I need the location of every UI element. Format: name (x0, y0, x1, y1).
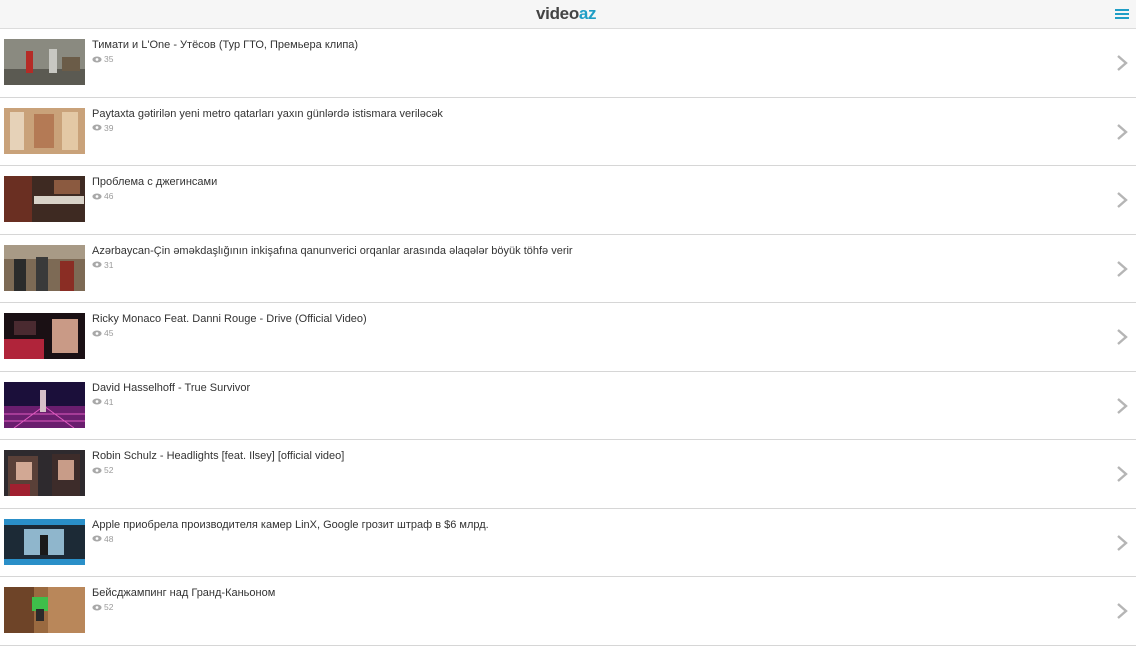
video-thumbnail[interactable] (4, 518, 85, 565)
view-count-value: 48 (104, 533, 114, 544)
video-list: Тимати и L'One - Утёсов (Тур ГТО, Премье… (0, 29, 1136, 646)
video-list-item[interactable]: Robin Schulz - Headlights [feat. Ilsey] … (0, 440, 1136, 509)
view-count-value: 52 (104, 465, 114, 475)
video-thumbnail[interactable] (4, 450, 85, 496)
eye-icon (92, 193, 102, 199)
view-count-value: 31 (104, 259, 114, 270)
video-title[interactable]: Проблема с джегинсами (92, 176, 217, 188)
video-list-item[interactable]: Azərbaycan-Çin əməkdaşlığının inkişafına… (0, 235, 1136, 303)
top-header: videoaz (0, 0, 1136, 29)
view-count: 31 (92, 260, 113, 270)
view-count: 52 (92, 465, 113, 475)
video-list-item[interactable]: David Hasselhoff - True Survivor 41 (0, 372, 1136, 440)
eye-icon (92, 398, 102, 405)
video-thumbnail[interactable] (4, 39, 85, 85)
logo-text-main: video (536, 4, 579, 23)
view-count: 48 (92, 534, 113, 544)
site-logo[interactable]: videoaz (536, 4, 597, 24)
video-title[interactable]: Ricky Monaco Feat. Danni Rouge - Drive (… (92, 313, 367, 325)
video-title[interactable]: Azərbaycan-Çin əməkdaşlığının inkişafına… (92, 245, 573, 257)
eye-icon (92, 467, 102, 473)
video-title[interactable]: David Hasselhoff - True Survivor (92, 382, 250, 394)
video-list-item[interactable]: Paytaxta gətirilən yeni metro qatarları … (0, 98, 1136, 166)
video-list-item[interactable]: Apple приобрела производителя камер LinX… (0, 509, 1136, 577)
view-count: 41 (92, 397, 113, 407)
view-count-value: 52 (104, 602, 114, 612)
video-title[interactable]: Бейсджампинг над Гранд-Каньоном (92, 587, 275, 599)
logo-text-accent: az (578, 4, 597, 23)
video-title[interactable]: Тимати и L'One - Утёсов (Тур ГТО, Премье… (92, 39, 358, 51)
view-count: 46 (92, 191, 113, 201)
eye-icon (92, 604, 102, 610)
view-count-value: 39 (104, 122, 114, 133)
video-list-item[interactable]: Ricky Monaco Feat. Danni Rouge - Drive (… (0, 303, 1136, 372)
video-thumbnail[interactable] (4, 381, 85, 428)
eye-icon (92, 330, 102, 336)
view-count-value: 35 (104, 54, 114, 64)
eye-icon (92, 56, 102, 62)
video-thumbnail[interactable] (4, 107, 85, 154)
view-count: 35 (92, 54, 113, 64)
video-title[interactable]: Paytaxta gətirilən yeni metro qatarları … (92, 108, 443, 120)
video-title[interactable]: Apple приобрела производителя камер LinX… (92, 519, 489, 531)
chevron-right-icon[interactable] (1116, 123, 1128, 141)
chevron-right-icon[interactable] (1116, 602, 1128, 620)
chevron-right-icon[interactable] (1116, 54, 1128, 72)
video-title[interactable]: Robin Schulz - Headlights [feat. Ilsey] … (92, 450, 344, 462)
view-count-value: 46 (104, 191, 114, 201)
eye-icon (92, 261, 102, 268)
chevron-right-icon[interactable] (1116, 465, 1128, 483)
video-list-item[interactable]: Проблема с джегинсами 46 (0, 166, 1136, 235)
hamburger-menu-icon[interactable] (1114, 6, 1130, 22)
video-thumbnail[interactable] (4, 176, 85, 222)
chevron-right-icon[interactable] (1116, 328, 1128, 346)
view-count-value: 45 (104, 328, 114, 338)
chevron-right-icon[interactable] (1116, 534, 1128, 552)
chevron-right-icon[interactable] (1116, 260, 1128, 278)
view-count: 45 (92, 328, 113, 338)
chevron-right-icon[interactable] (1116, 191, 1128, 209)
video-thumbnail[interactable] (4, 313, 85, 359)
chevron-right-icon[interactable] (1116, 397, 1128, 415)
video-list-item[interactable]: Тимати и L'One - Утёсов (Тур ГТО, Премье… (0, 29, 1136, 98)
video-thumbnail[interactable] (4, 587, 85, 633)
eye-icon (92, 535, 102, 542)
video-thumbnail[interactable] (4, 244, 85, 291)
eye-icon (92, 124, 102, 131)
view-count: 39 (92, 123, 113, 133)
video-list-item[interactable]: Бейсджампинг над Гранд-Каньоном 52 (0, 577, 1136, 646)
view-count: 52 (92, 602, 113, 612)
view-count-value: 41 (104, 396, 114, 407)
